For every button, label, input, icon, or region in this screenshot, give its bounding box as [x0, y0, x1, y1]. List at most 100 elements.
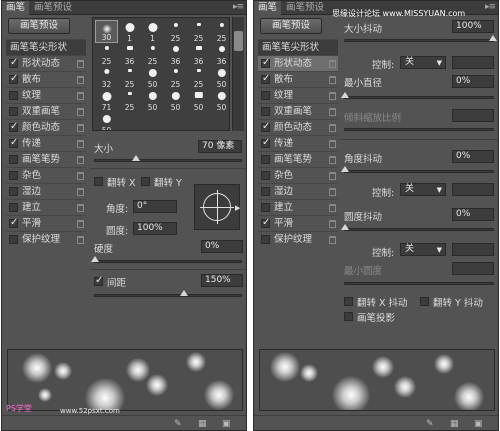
- lock-icon[interactable]: [329, 124, 336, 132]
- settings-checkbox[interactable]: [9, 235, 18, 244]
- brush-tip-grid[interactable]: 30 1 1 25 25 25 25 36 25 36 36 36 32 25 50 25 25 50 71 25 50…: [92, 17, 230, 131]
- lock-icon[interactable]: [77, 172, 84, 180]
- flip-x-jitter-checkbox[interactable]: [344, 297, 353, 306]
- roundness-jitter-thumb[interactable]: [341, 224, 349, 230]
- settings-item[interactable]: 保护纹理: [258, 231, 338, 247]
- spacing-checkbox[interactable]: ✓: [94, 275, 103, 286]
- settings-checkbox[interactable]: [9, 91, 18, 100]
- spacing-slider-thumb[interactable]: [179, 290, 188, 296]
- lock-icon[interactable]: [77, 108, 84, 116]
- spacing-slider[interactable]: [94, 290, 242, 297]
- lock-icon[interactable]: [329, 156, 336, 164]
- brush-tip[interactable]: 36: [187, 43, 210, 66]
- lock-icon[interactable]: [329, 204, 336, 212]
- brush-tip[interactable]: 1: [141, 20, 164, 43]
- settings-item[interactable]: 保护纹理: [6, 231, 86, 247]
- brush-tip[interactable]: 36: [118, 43, 141, 66]
- lock-icon[interactable]: [329, 236, 336, 244]
- scroll-thumb[interactable]: [234, 31, 243, 51]
- settings-item[interactable]: ✓ 颜色动态: [258, 119, 338, 135]
- flip-y-checkbox[interactable]: [141, 177, 150, 186]
- settings-item[interactable]: 纹理: [6, 87, 86, 103]
- control3-dropdown[interactable]: 关 ▼: [400, 243, 446, 256]
- brush-tip[interactable]: 50: [164, 89, 187, 112]
- roundness-jitter-field[interactable]: 0%: [452, 208, 494, 221]
- min-diameter-slider[interactable]: [341, 92, 494, 99]
- brush-tip[interactable]: 32: [95, 66, 118, 89]
- toggle-live-tip-icon[interactable]: ✎: [174, 419, 182, 429]
- brush-tip[interactable]: 25: [141, 43, 164, 66]
- brush-tip[interactable]: 50: [187, 89, 210, 112]
- settings-checkbox[interactable]: [261, 203, 270, 212]
- settings-item[interactable]: ✓ 平滑: [258, 215, 338, 231]
- settings-item[interactable]: ✓ 传递: [6, 135, 86, 151]
- hardness-slider-thumb[interactable]: [91, 256, 99, 262]
- control1-dropdown[interactable]: 关 ▼: [400, 56, 446, 69]
- settings-item[interactable]: ✓ 平滑: [6, 215, 86, 231]
- lock-icon[interactable]: [329, 76, 336, 84]
- toggle-live-tip-icon[interactable]: ✎: [426, 419, 434, 429]
- min-diameter-field[interactable]: 0%: [452, 75, 494, 88]
- new-brush-icon[interactable]: ▣: [474, 419, 483, 429]
- brush-tip[interactable]: 1: [118, 20, 141, 43]
- lock-icon[interactable]: [77, 60, 84, 68]
- hardness-slider[interactable]: [91, 256, 242, 263]
- settings-item[interactable]: 纹理: [258, 87, 338, 103]
- size-jitter-thumb[interactable]: [489, 35, 497, 41]
- brush-tip[interactable]: 36: [164, 43, 187, 66]
- settings-item[interactable]: 双重画笔: [6, 103, 86, 119]
- settings-item[interactable]: 画笔笔尖形状: [6, 39, 86, 55]
- lock-icon[interactable]: [77, 188, 84, 196]
- lock-icon[interactable]: [77, 92, 84, 100]
- lock-icon[interactable]: [329, 188, 336, 196]
- settings-checkbox[interactable]: [261, 235, 270, 244]
- lock-icon[interactable]: [329, 92, 336, 100]
- panel-menu-icon[interactable]: ▸≡: [485, 2, 496, 12]
- brush-tip[interactable]: 50: [141, 89, 164, 112]
- size-slider-thumb[interactable]: [132, 155, 141, 161]
- settings-checkbox[interactable]: [261, 187, 270, 196]
- settings-item[interactable]: ✓ 颜色动态: [6, 119, 86, 135]
- control2-dropdown[interactable]: 关 ▼: [400, 183, 446, 196]
- brush-tip[interactable]: 25: [118, 89, 141, 112]
- settings-checkbox[interactable]: [9, 203, 18, 212]
- brush-tip[interactable]: 30: [95, 20, 118, 43]
- lock-icon[interactable]: [77, 140, 84, 148]
- size-slider[interactable]: [94, 155, 242, 162]
- settings-item[interactable]: ✓ 形状动态: [6, 55, 86, 71]
- tab-brush-presets[interactable]: 画笔预设: [30, 1, 76, 15]
- lock-icon[interactable]: [329, 172, 336, 180]
- angle-jitter-field[interactable]: 0%: [452, 150, 494, 163]
- flip-y-jitter-checkbox[interactable]: [420, 297, 429, 306]
- lock-icon[interactable]: [77, 204, 84, 212]
- lock-icon[interactable]: [329, 140, 336, 148]
- settings-item[interactable]: 画笔笔尖形状: [258, 39, 338, 55]
- settings-item[interactable]: 建立: [6, 199, 86, 215]
- brush-tip[interactable]: 50: [210, 66, 229, 89]
- size-field[interactable]: 70 像素: [198, 140, 242, 153]
- brush-tip[interactable]: 36: [210, 43, 229, 66]
- settings-item[interactable]: 杂色: [6, 167, 86, 183]
- lock-icon[interactable]: [77, 124, 84, 132]
- lock-icon[interactable]: [77, 220, 84, 228]
- hardness-field[interactable]: 0%: [201, 240, 243, 253]
- brush-tip[interactable]: 25: [164, 20, 187, 43]
- roundness-jitter-slider[interactable]: [341, 224, 494, 231]
- settings-item[interactable]: 双重画笔: [258, 103, 338, 119]
- min-diameter-thumb[interactable]: [341, 92, 349, 98]
- settings-item[interactable]: ✓ 散布: [258, 71, 338, 87]
- settings-item[interactable]: 湿边: [6, 183, 86, 199]
- brush-tip[interactable]: 25: [210, 20, 229, 43]
- brush-tip[interactable]: 25: [118, 66, 141, 89]
- settings-item[interactable]: 画笔笔势: [258, 151, 338, 167]
- settings-checkbox[interactable]: [9, 171, 18, 180]
- tab-brush[interactable]: 画笔: [2, 1, 30, 16]
- lock-icon[interactable]: [77, 76, 84, 84]
- settings-checkbox[interactable]: [261, 155, 270, 164]
- brush-tip[interactable]: 50: [210, 89, 229, 112]
- brush-tip[interactable]: 25: [187, 66, 210, 89]
- settings-checkbox[interactable]: [9, 155, 18, 164]
- angle-jitter-thumb[interactable]: [341, 166, 349, 172]
- settings-item[interactable]: ✓ 散布: [6, 71, 86, 87]
- settings-item[interactable]: ✓ 形状动态: [258, 55, 338, 71]
